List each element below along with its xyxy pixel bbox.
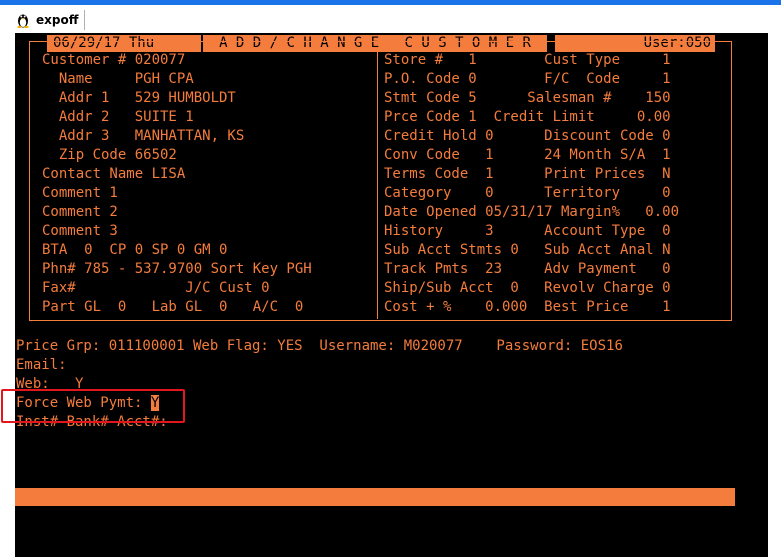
- left-field-row[interactable]: Phn# 785 - 537.9700 Sort Key PGH: [42, 261, 312, 278]
- email-field[interactable]: Email:: [16, 357, 67, 374]
- linux-tux-icon: [17, 14, 29, 28]
- window-titlebar: expoff: [0, 0, 781, 33]
- right-field-row[interactable]: Category 0 Territory 0: [384, 185, 671, 202]
- right-field-row[interactable]: Date Opened 05/31/17 Margin% 0.00: [384, 204, 679, 221]
- right-margin: [768, 33, 781, 557]
- left-field-row[interactable]: Zip Code 66502: [42, 147, 177, 164]
- right-field-row[interactable]: Ship/Sub Acct 0 Revolv Charge 0: [384, 280, 671, 297]
- right-field-row[interactable]: Cost + % 0.000 Best Price 1: [384, 299, 671, 316]
- left-field-row[interactable]: Part GL 0 Lab GL 0 A/C 0: [42, 299, 303, 316]
- right-field-row[interactable]: Sub Acct Stmts 0 Sub Acct Anal N: [384, 242, 671, 259]
- tab-expoff[interactable]: expoff: [16, 8, 78, 32]
- right-field-row[interactable]: Track Pmts 23 Adv Payment 0: [384, 261, 671, 278]
- highlight-box: [1, 389, 185, 423]
- price-group-line: Price Grp: 011100001 Web Flag: YES Usern…: [16, 338, 623, 354]
- left-margin: [0, 33, 15, 557]
- title-accent-line: [0, 0, 781, 5]
- right-field-row[interactable]: Conv Code 1 24 Month S/A 1: [384, 147, 671, 164]
- left-field-row[interactable]: Name PGH CPA: [42, 71, 194, 88]
- right-field-row[interactable]: History 3 Account Type 0: [384, 223, 671, 240]
- left-field-row[interactable]: Addr 1 529 HUMBOLDT: [42, 90, 236, 107]
- left-field-row[interactable]: Comment 2: [42, 204, 118, 221]
- left-field-row[interactable]: Comment 1: [42, 185, 118, 202]
- right-field-row[interactable]: P.O. Code 0 F/C Code 1: [384, 71, 671, 88]
- left-field-row[interactable]: Fax# J/C Cust 0: [42, 280, 270, 297]
- right-field-row[interactable]: Store # 1 Cust Type 1: [384, 52, 671, 69]
- tab-divider: [84, 10, 85, 30]
- right-field-row[interactable]: Prce Code 1 Credit Limit 0.00: [384, 109, 671, 126]
- left-field-row[interactable]: Customer # 020077: [42, 52, 185, 69]
- left-field-row[interactable]: Addr 3 MANHATTAN, KS: [42, 128, 244, 145]
- left-field-row[interactable]: Addr 2 SUITE 1: [42, 109, 194, 126]
- left-field-row[interactable]: BTA 0 CP 0 SP 0 GM 0: [42, 242, 227, 259]
- right-field-row[interactable]: Stmt Code 5 Salesman # 150: [384, 90, 671, 107]
- right-field-row[interactable]: Terms Code 1 Print Prices N: [384, 166, 671, 183]
- left-field-row[interactable]: Comment 3: [42, 223, 118, 240]
- status-bar: [15, 488, 735, 506]
- column-divider: [377, 52, 378, 319]
- left-field-row[interactable]: Contact Name LISA: [42, 166, 185, 183]
- tab-label: expoff: [36, 13, 79, 27]
- terminal-screen[interactable]: 06/29/17 Thu A D D / C H A N G E C U S T…: [1, 33, 781, 557]
- right-field-row[interactable]: Credit Hold 0 Discount Code 0: [384, 128, 671, 145]
